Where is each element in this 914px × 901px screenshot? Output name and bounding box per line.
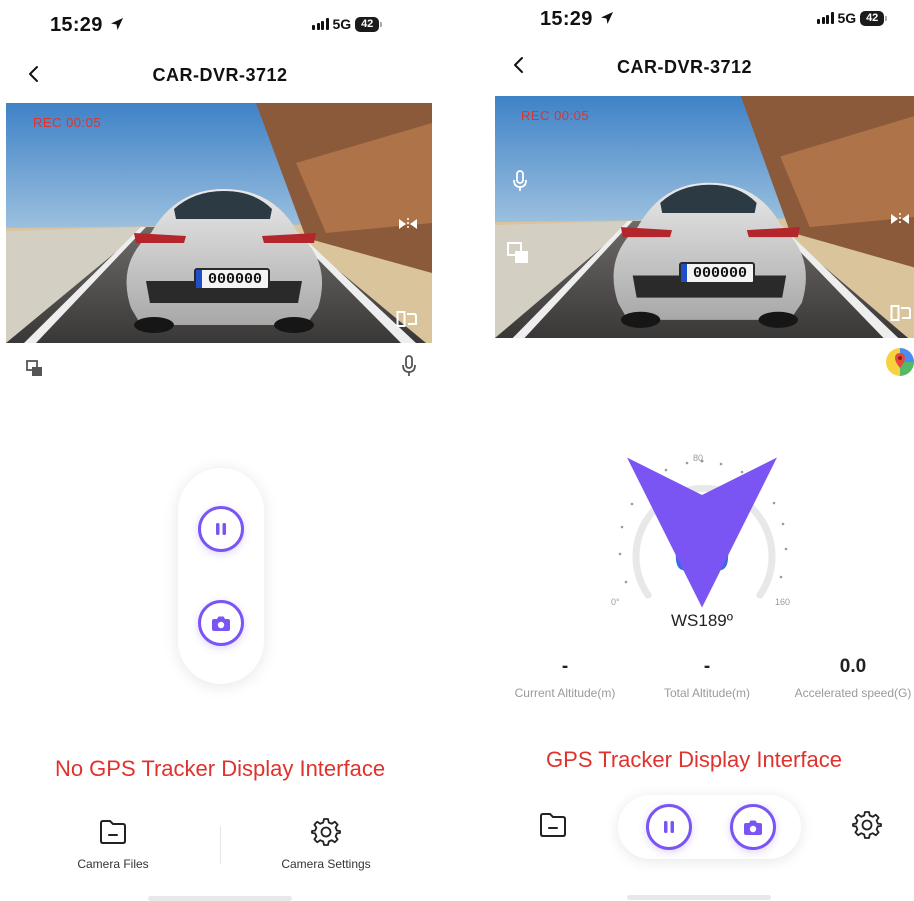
status-time: 15:29	[50, 14, 125, 37]
stat-label: Current Altitude(m)	[514, 686, 616, 700]
stat-accelerated-speed: 0.0 Accelerated speed(G)	[785, 656, 914, 700]
picture-in-picture-button[interactable]	[24, 358, 44, 378]
network-type: 5G	[332, 16, 352, 32]
stat-value: -	[561, 656, 569, 677]
battery-icon: 42	[860, 10, 888, 26]
bottom-divider	[220, 826, 221, 864]
right-screen-gps: 15:29 5G 42 CAR-DVR-3712 REC 00:05 00000…	[487, 0, 914, 901]
home-indicator[interactable]	[627, 895, 771, 900]
rotate-button[interactable]	[394, 308, 420, 330]
record-controls-panel	[178, 468, 264, 684]
stat-value: 0.0	[839, 656, 867, 677]
road-scene-image	[6, 103, 432, 343]
stat-total-altitude: - Total Altitude(m)	[645, 656, 769, 700]
license-plate: 000000	[679, 262, 756, 284]
speedometer: 0° 80 160 Speed(mph) 0.0 WS189º	[597, 445, 807, 630]
camera-settings-button[interactable]	[851, 808, 883, 840]
recording-indicator: REC 00:05	[33, 115, 102, 130]
location-arrow-icon	[600, 12, 613, 24]
microphone-icon	[513, 170, 527, 191]
status-bar: 15:29 5G 42	[0, 0, 440, 48]
status-time: 15:29	[540, 8, 615, 31]
live-video-preview[interactable]: REC 00:05 000000	[6, 103, 432, 343]
interface-caption: GPS Tracker Display Interface	[546, 747, 842, 772]
heading-arrow-icon	[627, 457, 777, 608]
map-button[interactable]	[884, 346, 914, 378]
location-arrow-icon	[110, 18, 123, 30]
microphone-button[interactable]	[509, 168, 531, 194]
folder-icon	[540, 813, 566, 837]
nav-bar: CAR-DVR-3712	[0, 52, 440, 96]
signal-icon	[312, 18, 329, 30]
road-scene-image	[495, 96, 914, 338]
license-plate: 000000	[194, 268, 271, 290]
stat-current-altitude: - Current Altitude(m)	[497, 656, 633, 700]
camera-shutter-icon	[212, 616, 230, 631]
microphone-button[interactable]	[398, 354, 420, 378]
mirror-flip-icon	[891, 213, 909, 225]
picture-in-picture-icon	[25, 359, 42, 376]
nav-bar: CAR-DVR-3712	[487, 46, 914, 90]
battery-icon: 42	[355, 16, 383, 32]
mirror-flip-button[interactable]	[887, 208, 913, 230]
rotate-button[interactable]	[889, 302, 913, 324]
recording-indicator: REC 00:05	[521, 108, 590, 123]
live-video-preview[interactable]: REC 00:05 000000	[495, 96, 914, 338]
camera-files-button[interactable]: Camera Files	[53, 818, 173, 871]
microphone-icon	[402, 355, 416, 376]
folder-icon	[100, 820, 126, 844]
stat-label: Accelerated speed(G)	[794, 686, 912, 700]
pause-icon	[664, 821, 674, 833]
snapshot-button[interactable]	[730, 804, 776, 850]
camera-settings-button[interactable]: Camera Settings	[266, 816, 386, 871]
stat-value: -	[703, 656, 711, 677]
pause-button[interactable]	[646, 804, 692, 850]
stat-label: Total Altitude(m)	[663, 686, 751, 700]
snapshot-button[interactable]	[198, 600, 244, 646]
map-pin-icon	[886, 348, 914, 376]
camera-settings-label: Camera Settings	[281, 857, 371, 871]
camera-files-button[interactable]	[537, 810, 569, 840]
page-title: CAR-DVR-3712	[152, 65, 288, 85]
record-controls-panel	[618, 795, 801, 859]
rotate-icon	[396, 311, 417, 327]
pause-icon	[216, 523, 226, 535]
status-indicators: 5G 42	[312, 16, 383, 32]
signal-icon	[817, 12, 834, 24]
home-indicator[interactable]	[148, 896, 292, 901]
status-bar: 15:29 5G 42	[487, 0, 914, 48]
rotate-icon	[890, 305, 911, 321]
picture-in-picture-button[interactable]	[505, 240, 531, 266]
interface-caption: No GPS Tracker Display Interface	[54, 756, 386, 781]
mirror-flip-icon	[399, 218, 417, 230]
pause-button[interactable]	[198, 506, 244, 552]
mirror-flip-button[interactable]	[395, 213, 421, 235]
gear-icon	[311, 818, 341, 846]
left-screen-no-gps: 15:29 5G 42 CAR-DVR-3712 REC 00:05 00000…	[0, 0, 440, 901]
network-type: 5G	[837, 10, 857, 26]
heading-direction: WS189º	[671, 611, 733, 630]
page-title: CAR-DVR-3712	[616, 57, 753, 77]
picture-in-picture-icon	[507, 242, 528, 263]
camera-shutter-icon	[744, 820, 762, 835]
camera-files-label: Camera Files	[77, 857, 149, 871]
status-indicators: 5G 42	[817, 10, 888, 26]
gear-icon	[852, 811, 882, 839]
